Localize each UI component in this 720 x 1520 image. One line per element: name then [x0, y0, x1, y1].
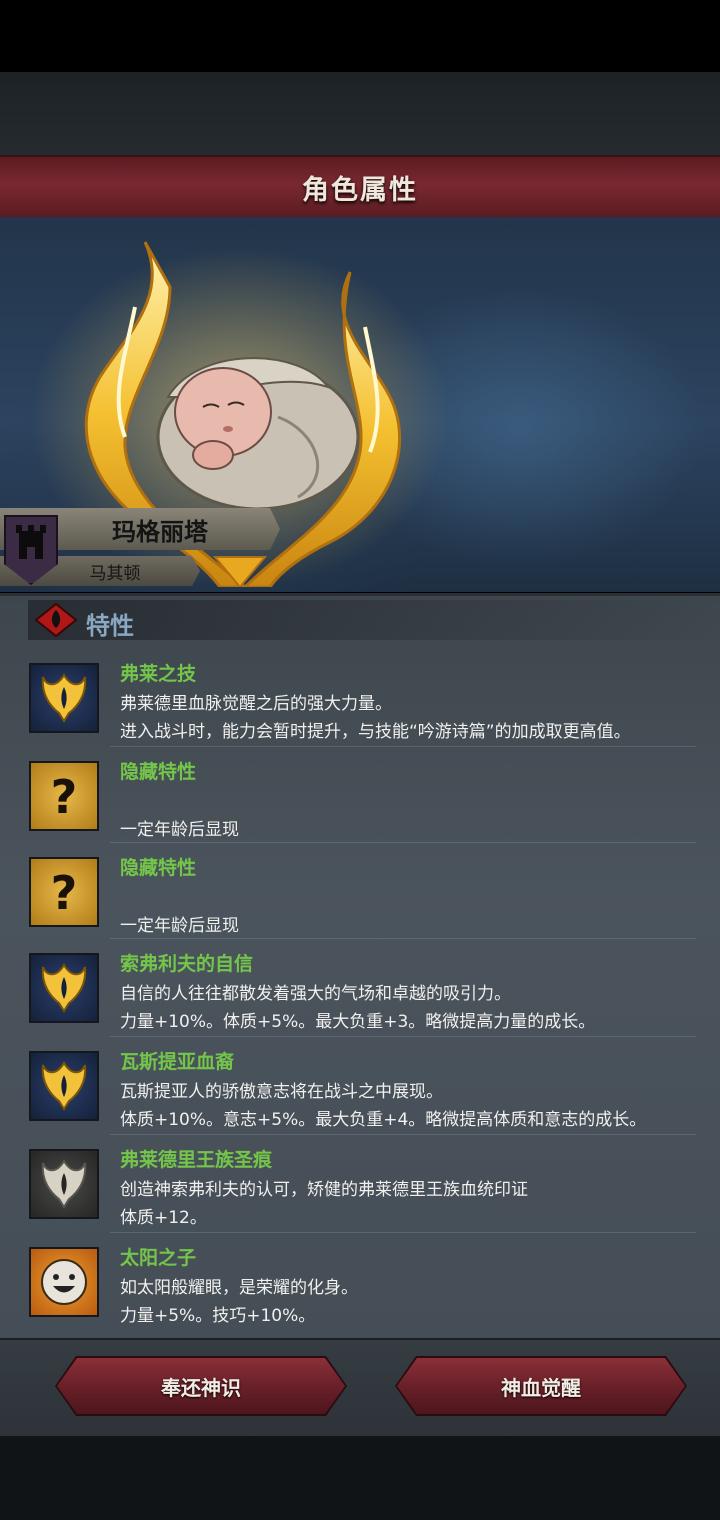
divider	[110, 842, 696, 843]
flame-emblem-icon	[34, 602, 78, 638]
divine-blood-awaken-button[interactable]: 神血觉醒	[397, 1358, 685, 1414]
trait-name: 弗莱德里王族圣痕	[120, 1149, 273, 1171]
question-mark-icon: ?	[29, 857, 99, 927]
divider	[110, 938, 696, 939]
trait-description: 如太阳般耀眼，是荣耀的化身。	[120, 1278, 358, 1298]
trait-description: 弗莱德里血脉觉醒之后的强大力量。	[120, 694, 392, 714]
trait-item[interactable]: 瓦斯提亚血裔 瓦斯提亚人的骄傲意志将在战斗之中展现。 体质+10%。意志+5%。…	[0, 1047, 720, 1135]
trait-description: 创造神索弗利夫的认可，矫健的弗莱德里王族血统印证	[120, 1180, 528, 1200]
button-label: 神血觉醒	[501, 1375, 581, 1400]
trait-name: 隐藏特性	[120, 761, 197, 783]
divider	[110, 746, 696, 747]
character-origin: 马其顿	[89, 563, 141, 584]
trait-item[interactable]: ? 隐藏特性 一定年龄后显现	[0, 757, 720, 843]
traits-section-title: 特性	[86, 612, 134, 640]
trait-effect: 力量+10%。体质+5%。最大负重+3。略微提高力量的成长。	[120, 1012, 596, 1032]
trait-effect: 一定年龄后显现	[120, 916, 239, 936]
trait-name: 索弗利夫的自信	[120, 953, 254, 975]
divider	[110, 1232, 696, 1233]
golden-flame-crest-icon	[29, 1051, 99, 1121]
trait-item[interactable]: 索弗利夫的自信 自信的人往往都散发着强大的气场和卓越的吸引力。 力量+10%。体…	[0, 949, 720, 1037]
title-bar: 角色属性	[0, 155, 720, 220]
swaddled-baby-illustration	[156, 357, 360, 511]
return-divine-sense-button[interactable]: 奉还神识	[57, 1358, 345, 1414]
golden-flame-crest-icon	[29, 953, 99, 1023]
trait-effect: 体质+12。	[120, 1208, 207, 1228]
trait-item[interactable]: 弗莱德里王族圣痕 创造神索弗利夫的认可，矫健的弗莱德里王族血统印证 体质+12。	[0, 1145, 720, 1233]
trait-name: 瓦斯提亚血裔	[120, 1051, 235, 1073]
divider	[110, 1134, 696, 1135]
trait-name: 隐藏特性	[120, 857, 197, 879]
svg-text:?: ?	[51, 770, 78, 824]
golden-flame-crest-icon	[29, 663, 99, 733]
trait-description: 瓦斯提亚人的骄傲意志将在战斗之中展现。	[120, 1082, 443, 1102]
header-background	[0, 72, 720, 160]
button-label: 奉还神识	[161, 1375, 241, 1400]
divider	[110, 1036, 696, 1037]
svg-text:?: ?	[51, 866, 78, 920]
character-name: 玛格丽塔	[112, 517, 208, 546]
bottom-background	[0, 1436, 720, 1520]
trait-effect: 进入战斗时，能力会暂时提升，与技能“吟游诗篇”的加成取更高值。	[120, 722, 631, 742]
trait-item[interactable]: 弗莱之技 弗莱德里血脉觉醒之后的强大力量。 进入战斗时，能力会暂时提升，与技能“…	[0, 659, 720, 747]
trait-name: 弗莱之技	[120, 663, 197, 685]
page-title: 角色属性	[302, 174, 418, 206]
smiley-sun-icon	[29, 1247, 99, 1317]
status-bar	[0, 0, 720, 72]
trait-effect: 体质+10%。意志+5%。最大负重+4。略微提高体质和意志的成长。	[120, 1110, 647, 1130]
question-mark-icon: ?	[29, 761, 99, 831]
trait-effect: 一定年龄后显现	[120, 820, 239, 840]
trait-item[interactable]: 太阳之子 如太阳般耀眼，是荣耀的化身。 力量+5%。技巧+10%。	[0, 1243, 720, 1331]
trait-description: 自信的人往往都散发着强大的气场和卓越的吸引力。	[120, 984, 511, 1004]
silver-flame-crest-icon	[29, 1149, 99, 1219]
trait-name: 太阳之子	[120, 1247, 197, 1269]
trait-item[interactable]: ? 隐藏特性 一定年龄后显现	[0, 853, 720, 939]
trait-effect: 力量+5%。技巧+10%。	[120, 1306, 316, 1326]
